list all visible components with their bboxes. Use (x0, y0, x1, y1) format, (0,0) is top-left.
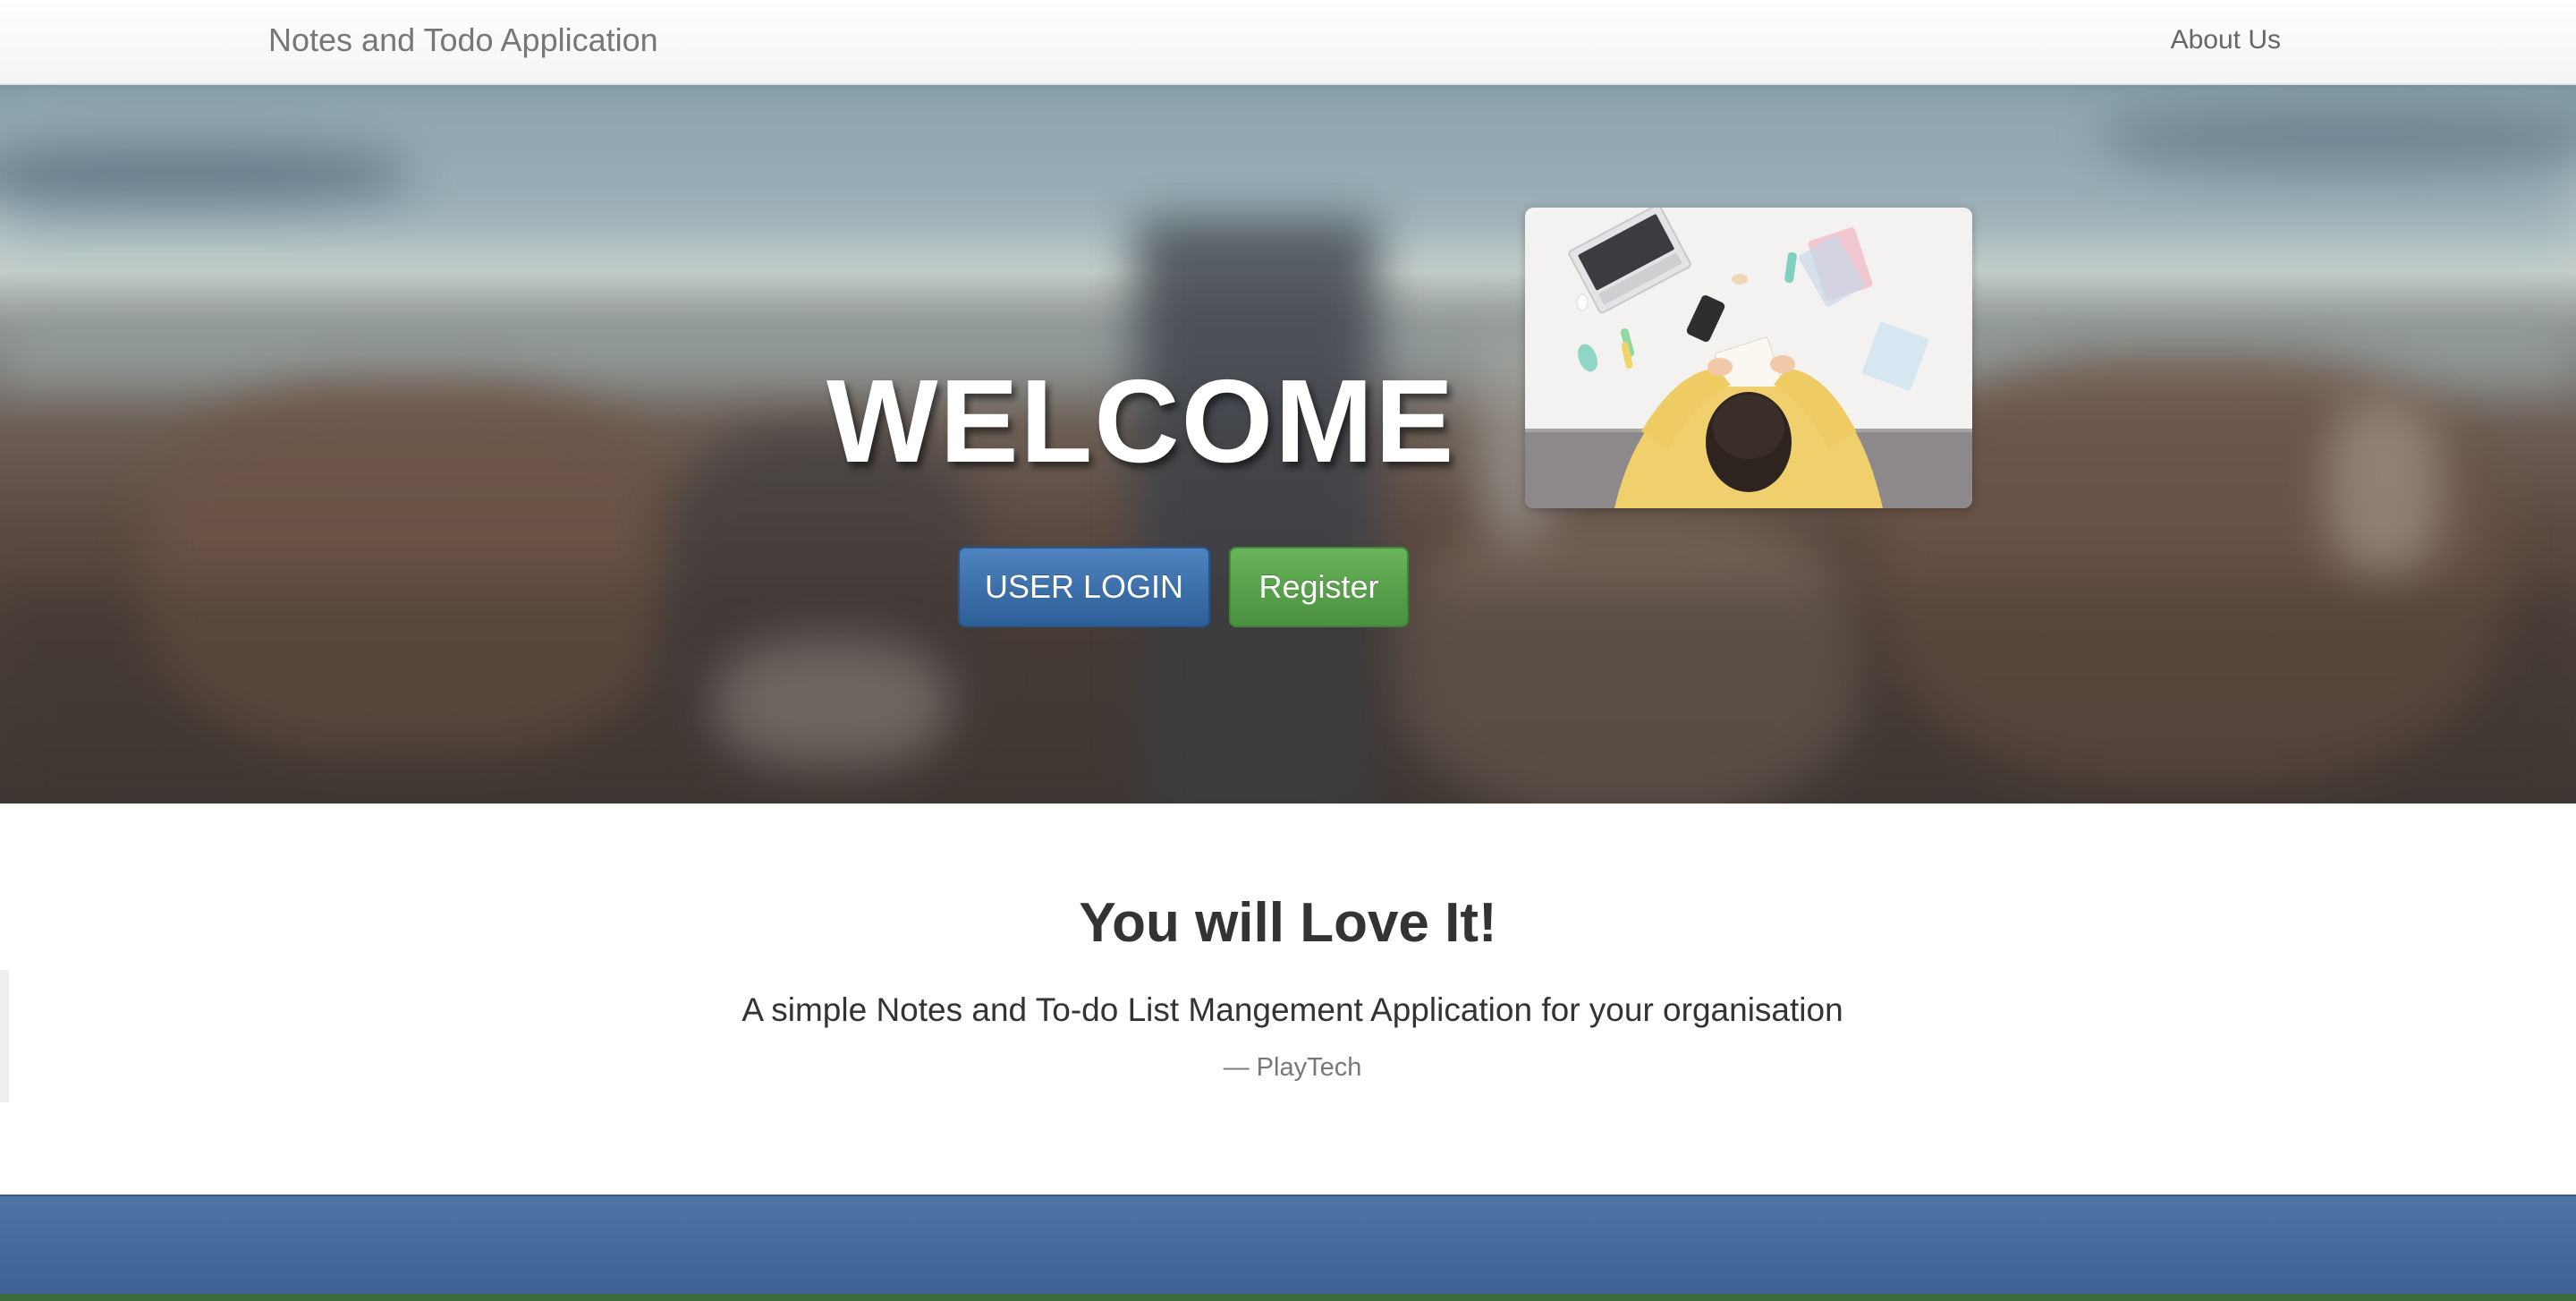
navbar-brand[interactable]: Notes and Todo Application (268, 21, 658, 59)
desk-workspace-image (1525, 208, 1972, 508)
quote-section: You will Love It! A simple Notes and To-… (0, 804, 2576, 1195)
blockquote-text: A simple Notes and To-do List Mangement … (741, 991, 1843, 1028)
hero-section: WELCOME USER LOGIN Register (0, 85, 2576, 804)
footer-bottom-strip (0, 1294, 2576, 1301)
about-us-link[interactable]: About Us (2171, 25, 2281, 55)
user-login-button[interactable]: USER LOGIN (958, 547, 1210, 627)
blockquote-author: — PlayTech (1223, 1053, 1362, 1082)
footer-band (0, 1195, 2576, 1301)
welcome-heading: WELCOME (826, 355, 1456, 487)
section-title: You will Love It! (1079, 892, 1497, 954)
register-button[interactable]: Register (1229, 547, 1409, 627)
top-navbar: Notes and Todo Application About Us (0, 0, 2576, 85)
